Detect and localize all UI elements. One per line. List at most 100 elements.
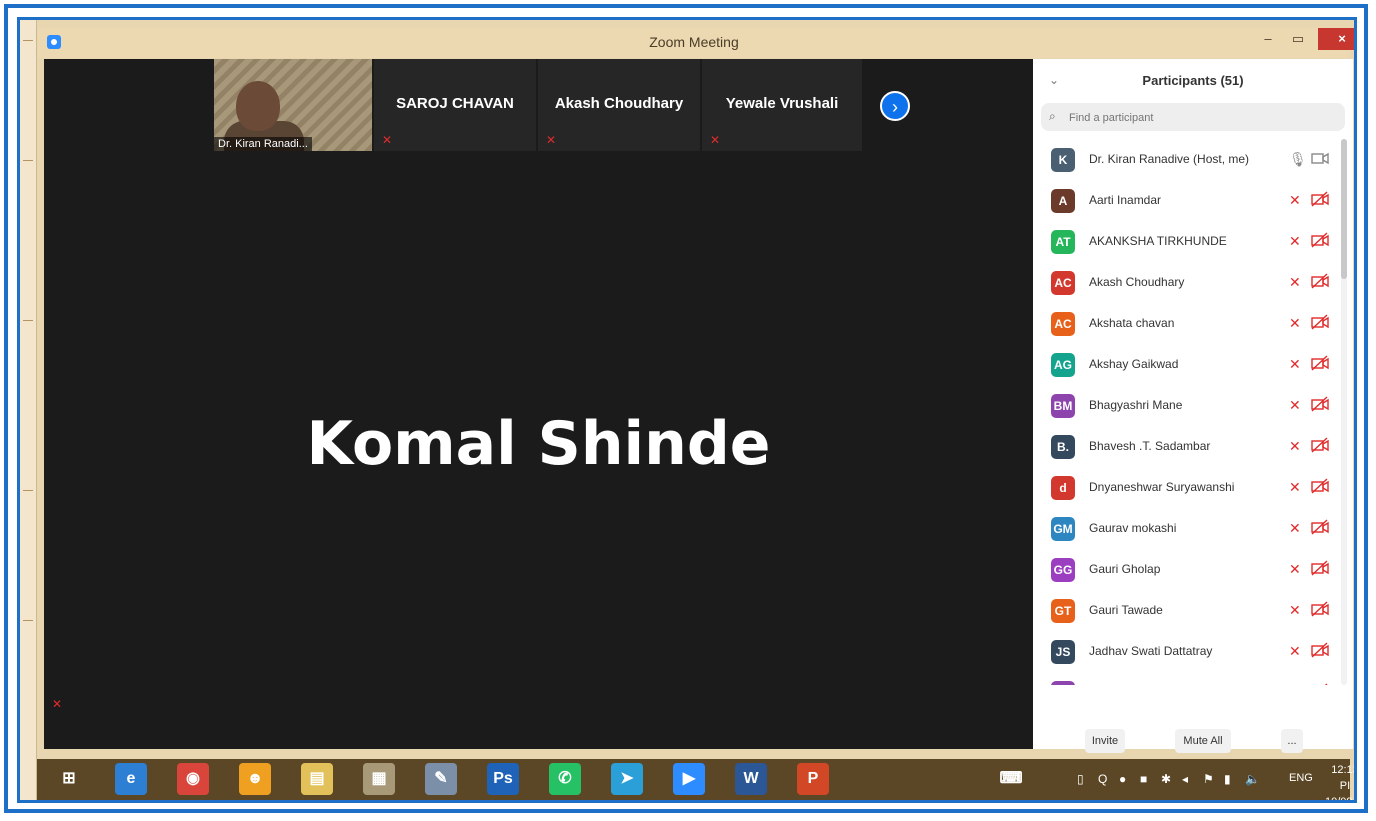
next-page-button[interactable]: ›: [880, 91, 910, 121]
camera-off-icon[interactable]: [1311, 355, 1329, 371]
clock-date: 10/09/20: [1325, 796, 1356, 803]
invite-button[interactable]: Invite: [1085, 729, 1125, 753]
scrollbar[interactable]: [1341, 139, 1347, 685]
word-icon[interactable]: W: [735, 763, 767, 795]
participant-row[interactable]: AT AKANKSHA TIRKHUNDE ✕: [1033, 221, 1339, 262]
clock-time: 12:13 PI: [1331, 764, 1357, 792]
participant-row[interactable]: B. Bhavesh .T. Sadambar ✕: [1033, 426, 1339, 467]
self-muted-mic-icon: ✕: [52, 697, 63, 711]
muted-mic-icon[interactable]: ✕: [1289, 520, 1301, 537]
keyboard-icon[interactable]: ⌨: [995, 763, 1027, 795]
muted-mic-icon[interactable]: ✕: [1289, 274, 1301, 291]
app-icon[interactable]: ☻: [239, 763, 271, 795]
avatar: AC: [1051, 271, 1075, 295]
powerpoint-icon[interactable]: P: [797, 763, 829, 795]
participant-row[interactable]: GM Gaurav mokashi ✕: [1033, 508, 1339, 549]
participant-row[interactable]: GT Gauri Tawade ✕: [1033, 590, 1339, 631]
clock[interactable]: 12:13 PI 10/09/20: [1325, 762, 1357, 803]
muted-mic-icon[interactable]: ✕: [1289, 602, 1301, 619]
bluetooth-icon[interactable]: ✱: [1161, 772, 1171, 786]
scrollbar-thumb[interactable]: [1341, 139, 1347, 279]
search-input[interactable]: [1067, 107, 1341, 129]
mic-icon[interactable]: 🎙: [1289, 151, 1307, 168]
participant-row[interactable]: GG Gauri Gholap ✕: [1033, 549, 1339, 590]
chrome-icon[interactable]: ◉: [177, 763, 209, 795]
photoshop-icon[interactable]: Ps: [487, 763, 519, 795]
participant-row[interactable]: AC Akshata chavan ✕: [1033, 303, 1339, 344]
search-icon: ⌕: [1049, 109, 1056, 123]
muted-mic-icon[interactable]: ✕: [1289, 479, 1301, 496]
maximize-button[interactable]: ▭: [1284, 28, 1312, 50]
camera-off-icon[interactable]: [1311, 683, 1329, 685]
muted-mic-icon[interactable]: ✕: [1289, 643, 1301, 660]
flag-icon[interactable]: ⚑: [1203, 772, 1214, 786]
tray-arrow-icon[interactable]: ◂: [1182, 772, 1188, 786]
participant-row[interactable]: BM Bhagyashri Mane ✕: [1033, 385, 1339, 426]
camera-off-icon[interactable]: [1311, 273, 1329, 289]
muted-mic-icon[interactable]: ✕: [1289, 315, 1301, 332]
thumbnail-participant[interactable]: ✕ SAROJ CHAVAN: [374, 59, 536, 151]
camera-off-icon[interactable]: [1311, 232, 1329, 248]
muted-mic-icon[interactable]: ✕: [1289, 192, 1301, 209]
thumbnail-name: Dr. Kiran Ranadi...: [214, 137, 312, 151]
participants-header: ⌄ Participants (51): [1033, 59, 1353, 103]
battery-icon[interactable]: ▯: [1077, 772, 1084, 786]
close-button[interactable]: ×: [1318, 28, 1354, 50]
avatar: B.: [1051, 435, 1075, 459]
mute-all-button[interactable]: Mute All: [1175, 729, 1231, 753]
participant-row[interactable]: KRKarishma Rasal✕: [1033, 672, 1339, 685]
muted-mic-icon[interactable]: ✕: [1289, 233, 1301, 250]
telegram-icon[interactable]: ➤: [611, 763, 643, 795]
muted-mic-icon[interactable]: ✕: [1289, 397, 1301, 414]
tray-q-icon[interactable]: Q: [1098, 772, 1107, 786]
thumbnail-name: Akash Choudhary: [554, 95, 684, 112]
participant-row[interactable]: d Dnyaneshwar Suryawanshi ✕: [1033, 467, 1339, 508]
file-explorer-icon[interactable]: ▤: [301, 763, 333, 795]
participant-row[interactable]: A Aarti Inamdar ✕: [1033, 180, 1339, 221]
tray-orange-icon[interactable]: ●: [1119, 772, 1126, 786]
active-speaker-name: Komal Shinde: [306, 409, 771, 479]
minimize-button[interactable]: –: [1254, 28, 1282, 50]
participant-row[interactable]: K Dr. Kiran Ranadive (Host, me) 🎙: [1033, 139, 1339, 180]
thumbnail-participant[interactable]: ✕ Yewale Vrushali: [702, 59, 862, 151]
person-head: [236, 81, 280, 131]
participant-name: Dr. Kiran Ranadive (Host, me): [1089, 152, 1250, 166]
thumbnail-participant[interactable]: ✕ Akash Choudhary: [538, 59, 700, 151]
muted-mic-icon[interactable]: ✕: [1289, 438, 1301, 455]
screen: Zoom Meeting – ▭ × Dr. Kiran Ranadi... ✕…: [17, 17, 1357, 803]
volume-icon[interactable]: 🔈: [1245, 772, 1260, 786]
muted-mic-icon[interactable]: ✕: [1289, 561, 1301, 578]
participant-row[interactable]: AG Akshay Gaikwad ✕: [1033, 344, 1339, 385]
camera-icon[interactable]: [1311, 150, 1329, 166]
whatsapp-icon[interactable]: ✆: [549, 763, 581, 795]
video-thumbnail-host[interactable]: Dr. Kiran Ranadi...: [214, 59, 372, 151]
zoom-icon[interactable]: ▶: [673, 763, 705, 795]
title-bar: Zoom Meeting – ▭ ×: [38, 28, 1354, 58]
calculator-icon[interactable]: ▦: [363, 763, 395, 795]
participant-name: Dnyaneshwar Suryawanshi: [1089, 480, 1235, 494]
camera-off-icon[interactable]: [1311, 191, 1329, 207]
camera-off-icon[interactable]: [1311, 560, 1329, 576]
participant-search[interactable]: ⌕: [1041, 103, 1345, 131]
paint-icon[interactable]: ✎: [425, 763, 457, 795]
muted-mic-icon: ✕: [546, 133, 557, 147]
camera-off-icon[interactable]: [1311, 642, 1329, 658]
ie-icon[interactable]: e: [115, 763, 147, 795]
camera-off-icon[interactable]: [1311, 437, 1329, 453]
tray-blue-icon[interactable]: ■: [1140, 772, 1147, 786]
participant-name: Akash Choudhary: [1089, 275, 1185, 289]
participant-row[interactable]: JS Jadhav Swati Dattatray ✕: [1033, 631, 1339, 672]
language-indicator[interactable]: ENG: [1289, 772, 1313, 784]
camera-off-icon[interactable]: [1311, 601, 1329, 617]
participant-row[interactable]: AC Akash Choudhary ✕: [1033, 262, 1339, 303]
start-button[interactable]: ⊞: [53, 763, 85, 795]
camera-off-icon[interactable]: [1311, 314, 1329, 330]
camera-off-icon[interactable]: [1311, 478, 1329, 494]
camera-off-icon[interactable]: [1311, 519, 1329, 535]
muted-mic-icon[interactable]: ✕: [1289, 356, 1301, 373]
camera-off-icon[interactable]: [1311, 396, 1329, 412]
more-options-button[interactable]: ...: [1281, 729, 1303, 753]
signal-icon[interactable]: ▮: [1224, 772, 1231, 786]
muted-mic-icon[interactable]: ✕: [1289, 684, 1301, 685]
avatar: JS: [1051, 640, 1075, 664]
